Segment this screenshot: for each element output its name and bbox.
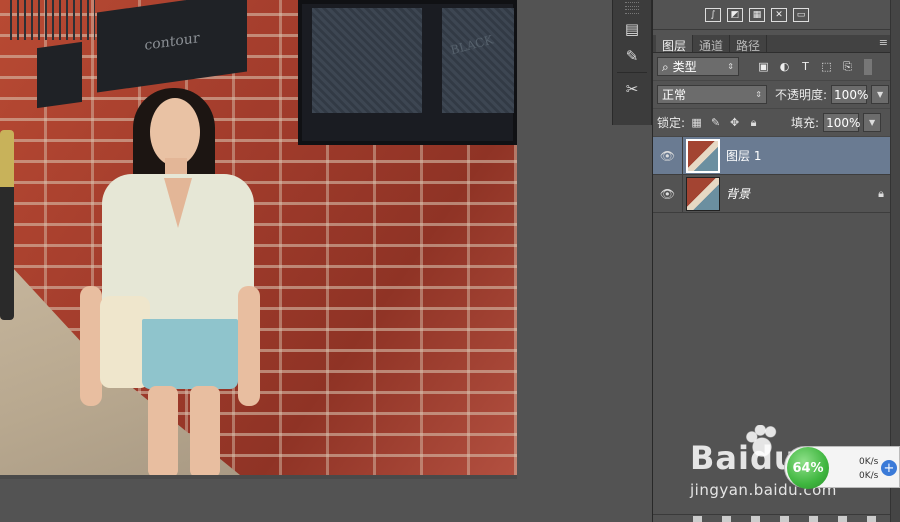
- arm-left: [80, 286, 102, 406]
- type-filter-icon[interactable]: T: [797, 58, 814, 75]
- tab-paths[interactable]: 路径: [730, 35, 768, 53]
- visibility-eye-icon[interactable]: 👁︎: [653, 137, 683, 174]
- trash-icon[interactable]: [867, 516, 876, 522]
- adjustment-filter-icon[interactable]: ◐: [776, 58, 793, 75]
- layer-thumbnail[interactable]: [686, 138, 720, 173]
- plus-icon[interactable]: +: [881, 460, 897, 476]
- leg-left: [148, 386, 178, 475]
- paragraph-icon[interactable]: ▤: [618, 17, 646, 41]
- gradient-map-icon[interactable]: ▦: [749, 7, 765, 22]
- layer-thumbnail[interactable]: [686, 176, 720, 211]
- strip-grip[interactable]: [625, 9, 639, 14]
- filter-kind-select[interactable]: ⌕ 类型 ⇕: [657, 57, 739, 76]
- network-speed-widget[interactable]: 64% 0K/s 0K/s +: [784, 446, 900, 489]
- smart-object-filter-icon[interactable]: ⎘: [839, 58, 856, 75]
- panel-tabs: 图层 通道 路径 ≡: [653, 35, 900, 53]
- image-filter-icon[interactable]: ▣: [755, 58, 772, 75]
- small-sign: [37, 41, 82, 109]
- notes-icon[interactable]: ✎: [618, 44, 646, 68]
- exposure-icon[interactable]: ◩: [727, 7, 743, 22]
- layer-name[interactable]: 图层 1: [726, 147, 761, 164]
- lock-transparency-icon[interactable]: ▦: [689, 115, 704, 130]
- new-layer-icon[interactable]: [838, 516, 847, 522]
- upload-speed: 0K/s: [859, 457, 879, 467]
- fx-icon[interactable]: [722, 516, 731, 522]
- layers-bottom-bar: [653, 514, 891, 522]
- mask-icon[interactable]: [751, 516, 760, 522]
- visibility-eye-icon[interactable]: 👁︎: [653, 175, 683, 212]
- arm-right: [238, 286, 260, 406]
- panel-scrollbar[interactable]: [890, 0, 900, 522]
- layer-name[interactable]: 背景: [726, 185, 750, 202]
- tab-channels[interactable]: 通道: [693, 35, 731, 53]
- shorts: [142, 319, 238, 389]
- lock-icon: 🔒︎: [878, 186, 884, 200]
- opacity-dropdown-icon[interactable]: ▼: [871, 85, 890, 104]
- opacity-input[interactable]: 100%: [831, 85, 868, 104]
- new-group-icon[interactable]: [809, 516, 818, 522]
- strip-grip[interactable]: [625, 2, 639, 7]
- paw-logo-icon: [745, 425, 779, 459]
- layer-row-layer1[interactable]: 👁︎ 图层 1: [653, 137, 900, 175]
- lock-pixels-icon[interactable]: ✎: [708, 115, 723, 130]
- tool-preset-icon[interactable]: ✂: [618, 77, 646, 101]
- new-adjustment-icon[interactable]: [780, 516, 789, 522]
- lock-label: 锁定:: [657, 116, 686, 130]
- opacity-label: 不透明度:: [775, 88, 828, 102]
- woman-figure: [80, 86, 260, 475]
- face: [150, 98, 200, 166]
- speed-ball[interactable]: 64%: [787, 447, 829, 489]
- chevron-updown-icon: ⇕: [755, 90, 762, 99]
- blend-row: 正常 ⇕ 不透明度: 100% ▼: [653, 81, 900, 109]
- shape-filter-icon[interactable]: ⬚: [818, 58, 835, 75]
- layer-row-background[interactable]: 👁︎ 背景 🔒︎: [653, 175, 900, 213]
- lock-all-icon[interactable]: 🔒︎: [746, 115, 761, 130]
- leg-right: [190, 386, 220, 475]
- watermark-brand: Baidu: [690, 439, 798, 477]
- adjustments-row: ∫ ◩ ▦ ✕ ▭: [653, 0, 900, 30]
- blend-mode-select[interactable]: 正常 ⇕: [657, 85, 767, 104]
- filter-toggle[interactable]: [864, 58, 872, 75]
- filter-row: ⌕ 类型 ⇕ ▣ ◐ T ⬚ ⎘: [653, 53, 900, 81]
- passerby: [0, 130, 14, 320]
- download-speed: 0K/s: [859, 471, 879, 481]
- curves-icon[interactable]: ∫: [705, 7, 721, 22]
- link-layers-icon[interactable]: [693, 516, 702, 522]
- search-icon: ⌕: [662, 60, 669, 74]
- fill-input[interactable]: 100%: [823, 113, 860, 132]
- solid-color-icon[interactable]: ▭: [793, 7, 809, 22]
- balcony-railing: [10, 0, 95, 40]
- color-lookup-icon[interactable]: ✕: [771, 7, 787, 22]
- chevron-updown-icon: ⇕: [727, 62, 734, 71]
- lock-row: 锁定: ▦ ✎ ✥ 🔒︎ 填充: 100% ▼: [653, 109, 900, 137]
- window-pane-right: BLACK: [442, 8, 514, 113]
- fill-label: 填充:: [791, 116, 820, 130]
- strip-divider: [617, 72, 647, 73]
- fill-dropdown-icon[interactable]: ▼: [863, 113, 882, 132]
- window-pane-left: [312, 8, 422, 113]
- lock-position-icon[interactable]: ✥: [727, 115, 742, 130]
- panel-menu-icon[interactable]: ≡: [879, 36, 888, 49]
- canvas-shadow: [0, 475, 517, 479]
- tab-layers[interactable]: 图层: [656, 35, 694, 53]
- document-canvas[interactable]: contour BLACK: [0, 0, 517, 475]
- shop-window: BLACK: [298, 0, 517, 145]
- collapsed-panel-strip: ▤ ✎ ✂: [612, 0, 652, 125]
